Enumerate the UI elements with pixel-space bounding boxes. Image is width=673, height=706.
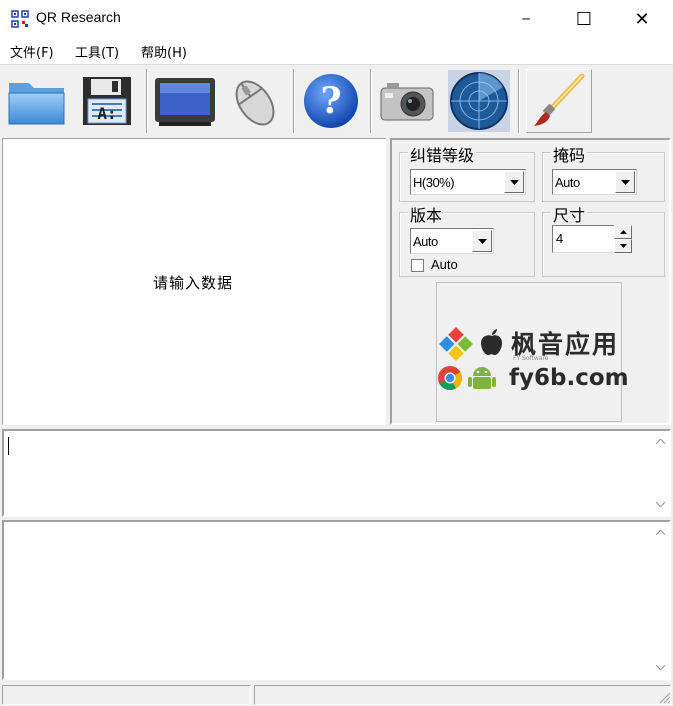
- text-cursor: [8, 437, 9, 455]
- help-icon: ?: [304, 74, 358, 128]
- chevron-down-icon[interactable]: [615, 171, 635, 193]
- apple-logo-icon: [481, 329, 502, 356]
- paintbrush-icon: [534, 73, 585, 126]
- toolbar-separator: [370, 69, 372, 133]
- camera-button[interactable]: [374, 69, 440, 133]
- maximize-button[interactable]: ☐: [555, 0, 613, 38]
- ecc-label: 纠错等级: [408, 142, 477, 166]
- version-value: Auto: [413, 234, 438, 249]
- scroll-down-icon[interactable]: [652, 659, 669, 676]
- toolbar-separator: [293, 69, 295, 133]
- chevron-down-icon[interactable]: [504, 171, 524, 193]
- paint-button[interactable]: [526, 69, 592, 133]
- chevron-up-icon[interactable]: [614, 225, 632, 239]
- scan-button[interactable]: [446, 69, 512, 133]
- maximize-icon: ☐: [575, 8, 593, 30]
- ecc-value: H(30%): [413, 175, 455, 190]
- scroll-down-icon[interactable]: [652, 496, 669, 513]
- data-input-field[interactable]: [2, 429, 671, 517]
- monitor-icon: [155, 78, 215, 126]
- camera-icon: [380, 83, 434, 121]
- svg-text:A:: A:: [97, 104, 116, 123]
- menu-help[interactable]: 帮助(H): [141, 42, 187, 61]
- mask-value: Auto: [555, 175, 580, 190]
- open-button[interactable]: [4, 69, 70, 133]
- status-pane-left: [2, 685, 251, 705]
- floppy-disk-icon: A:: [83, 77, 131, 125]
- size-label: 尺寸: [551, 202, 588, 226]
- output-scrollbar[interactable]: [652, 522, 669, 678]
- input-scrollbar[interactable]: [652, 431, 669, 515]
- resize-grip-icon[interactable]: [657, 690, 671, 704]
- windows-logo-icon: [439, 327, 473, 361]
- version-group: 版本 Auto Auto: [399, 202, 535, 277]
- chevron-down-icon[interactable]: [614, 239, 632, 253]
- size-spin-buttons: [614, 225, 634, 253]
- display-button[interactable]: [152, 69, 218, 133]
- qr-canvas[interactable]: 请输入数据: [2, 138, 386, 425]
- toolbar: A: ?: [0, 64, 673, 136]
- ecc-group: 纠错等级 H(30%): [399, 142, 535, 202]
- watermark-tagline: FY Software: [513, 355, 549, 362]
- svg-text:?: ?: [320, 80, 341, 122]
- size-group: 尺寸 4: [542, 202, 665, 277]
- output-text-area[interactable]: [2, 520, 671, 680]
- mouse-button[interactable]: [222, 69, 288, 133]
- watermark-url: fy6b.com: [509, 365, 629, 391]
- scroll-up-icon[interactable]: [652, 524, 669, 541]
- close-button[interactable]: ✕: [613, 0, 671, 38]
- mouse-icon: [235, 80, 275, 126]
- minimize-icon: ─: [522, 12, 530, 26]
- status-bar: [0, 683, 673, 706]
- radar-icon: [448, 70, 510, 132]
- chrome-logo-icon: [438, 366, 463, 391]
- toolbar-separator: [146, 69, 148, 133]
- title-bar: QR Research ─ ☐ ✕: [0, 0, 673, 38]
- help-button[interactable]: ?: [298, 69, 364, 133]
- version-label: 版本: [408, 202, 445, 226]
- version-select[interactable]: Auto: [410, 228, 494, 254]
- scroll-up-icon[interactable]: [652, 433, 669, 450]
- window-title: QR Research: [36, 9, 121, 25]
- minimize-button[interactable]: ─: [497, 0, 555, 38]
- folder-icon: [8, 83, 65, 125]
- mask-group: 掩码 Auto: [542, 142, 665, 202]
- ecc-select[interactable]: H(30%): [410, 169, 526, 195]
- status-pane-right: [254, 685, 671, 705]
- toolbar-separator: [518, 69, 520, 133]
- canvas-prompt: 请输入数据: [152, 274, 233, 292]
- android-logo-icon: [468, 367, 496, 389]
- menu-file[interactable]: 文件(F): [10, 42, 54, 61]
- menu-bar: 文件(F) 工具(T) 帮助(H): [0, 38, 673, 64]
- settings-panel: 纠错等级 H(30%) 掩码 Auto 版本 Auto Auto 尺寸 4 枫音…: [390, 138, 671, 425]
- qr-preview: 枫音应用 FY Software fy6b.com: [436, 282, 629, 422]
- size-value: 4: [556, 231, 564, 246]
- menu-tools[interactable]: 工具(T): [75, 42, 119, 61]
- version-auto-label: Auto: [431, 257, 458, 272]
- chevron-down-icon[interactable]: [472, 230, 492, 252]
- version-auto-checkbox[interactable]: [411, 259, 424, 272]
- mask-label: 掩码: [551, 142, 588, 166]
- qr-app-icon: [11, 10, 29, 28]
- save-button[interactable]: A:: [74, 69, 140, 133]
- mask-select[interactable]: Auto: [552, 169, 637, 195]
- close-icon: ✕: [634, 8, 650, 30]
- size-spinner[interactable]: 4: [552, 225, 632, 253]
